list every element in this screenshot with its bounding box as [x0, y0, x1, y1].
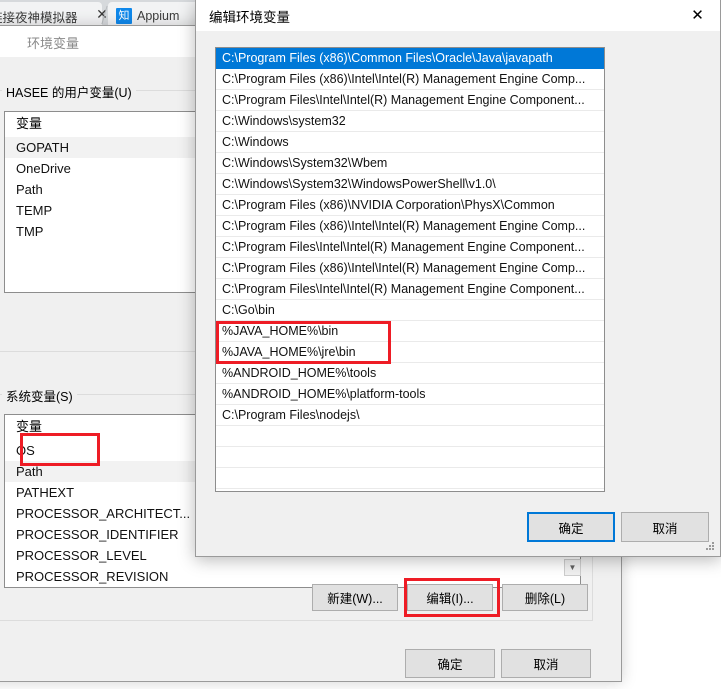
list-item-java-home-jre-bin[interactable]: %JAVA_HOME%\jre\bin [216, 342, 604, 363]
edit-dialog-titlebar: 编辑环境变量 ✕ [196, 0, 720, 31]
zhihu-favicon-icon: 知 [116, 8, 132, 24]
list-item-empty[interactable] [216, 447, 604, 468]
list-item-empty[interactable] [216, 468, 604, 489]
system-delete-button[interactable]: 删除(L) [502, 584, 588, 611]
list-item[interactable]: %ANDROID_HOME%\tools [216, 363, 604, 384]
list-item[interactable]: C:\Windows [216, 132, 604, 153]
list-item[interactable]: C:\Program Files (x86)\Common Files\Orac… [216, 48, 604, 69]
edit-ok-button[interactable]: 确定 [527, 512, 615, 542]
list-item[interactable]: C:\Windows\System32\WindowsPowerShell\v1… [216, 174, 604, 195]
env-cancel-button[interactable]: 取消 [501, 649, 591, 678]
system-new-button[interactable]: 新建(W)... [312, 584, 398, 611]
list-item[interactable]: C:\Program Files (x86)\NVIDIA Corporatio… [216, 195, 604, 216]
list-item[interactable]: C:\Windows\system32 [216, 111, 604, 132]
list-item[interactable]: C:\Go\bin [216, 300, 604, 321]
path-entries-list[interactable]: C:\Program Files (x86)\Common Files\Orac… [215, 47, 605, 492]
edit-dialog-title: 编辑环境变量 [209, 10, 290, 25]
list-item-java-home-bin[interactable]: %JAVA_HOME%\bin [216, 321, 604, 342]
list-item[interactable]: C:\Program Files\Intel\Intel(R) Manageme… [216, 90, 604, 111]
list-item[interactable]: C:\Program Files\nodejs\ [216, 405, 604, 426]
list-item[interactable]: C:\Program Files (x86)\Intel\Intel(R) Ma… [216, 216, 604, 237]
list-item[interactable]: C:\Program Files\Intel\Intel(R) Manageme… [216, 237, 604, 258]
list-item[interactable]: %ANDROID_HOME%\platform-tools [216, 384, 604, 405]
list-item[interactable]: C:\Program Files\Intel\Intel(R) Manageme… [216, 279, 604, 300]
list-item[interactable]: PROCESSOR_REVISION [5, 566, 580, 587]
env-dialog-title: 环境变量 [27, 36, 80, 51]
resize-grip[interactable] [705, 542, 715, 552]
browser-tab-0-title: 链接夜神模拟器 [0, 10, 78, 25]
edit-cancel-button[interactable]: 取消 [621, 512, 709, 542]
list-item[interactable]: C:\Program Files (x86)\Intel\Intel(R) Ma… [216, 258, 604, 279]
screenshot-root: 链接夜神模拟器 ✕ 知 Appium 环境变量 HASEE 的用户变量(U) 变… [0, 0, 721, 689]
edit-environment-variable-dialog: 编辑环境变量 ✕ C:\Program Files (x86)\Common F… [195, 0, 721, 557]
close-icon[interactable]: ✕ [675, 0, 720, 30]
browser-tab-1-title: Appium [137, 9, 180, 23]
list-item-empty[interactable] [216, 426, 604, 447]
list-item[interactable]: C:\Windows\System32\Wbem [216, 153, 604, 174]
list-item[interactable]: C:\Program Files (x86)\Intel\Intel(R) Ma… [216, 69, 604, 90]
user-variables-legend: HASEE 的用户变量(U) [2, 82, 136, 101]
system-edit-button[interactable]: 编辑(I)... [407, 584, 493, 611]
env-ok-button[interactable]: 确定 [405, 649, 495, 678]
scroll-down-icon[interactable]: ▼ [564, 559, 581, 576]
system-variables-legend: 系统变量(S) [2, 386, 77, 405]
